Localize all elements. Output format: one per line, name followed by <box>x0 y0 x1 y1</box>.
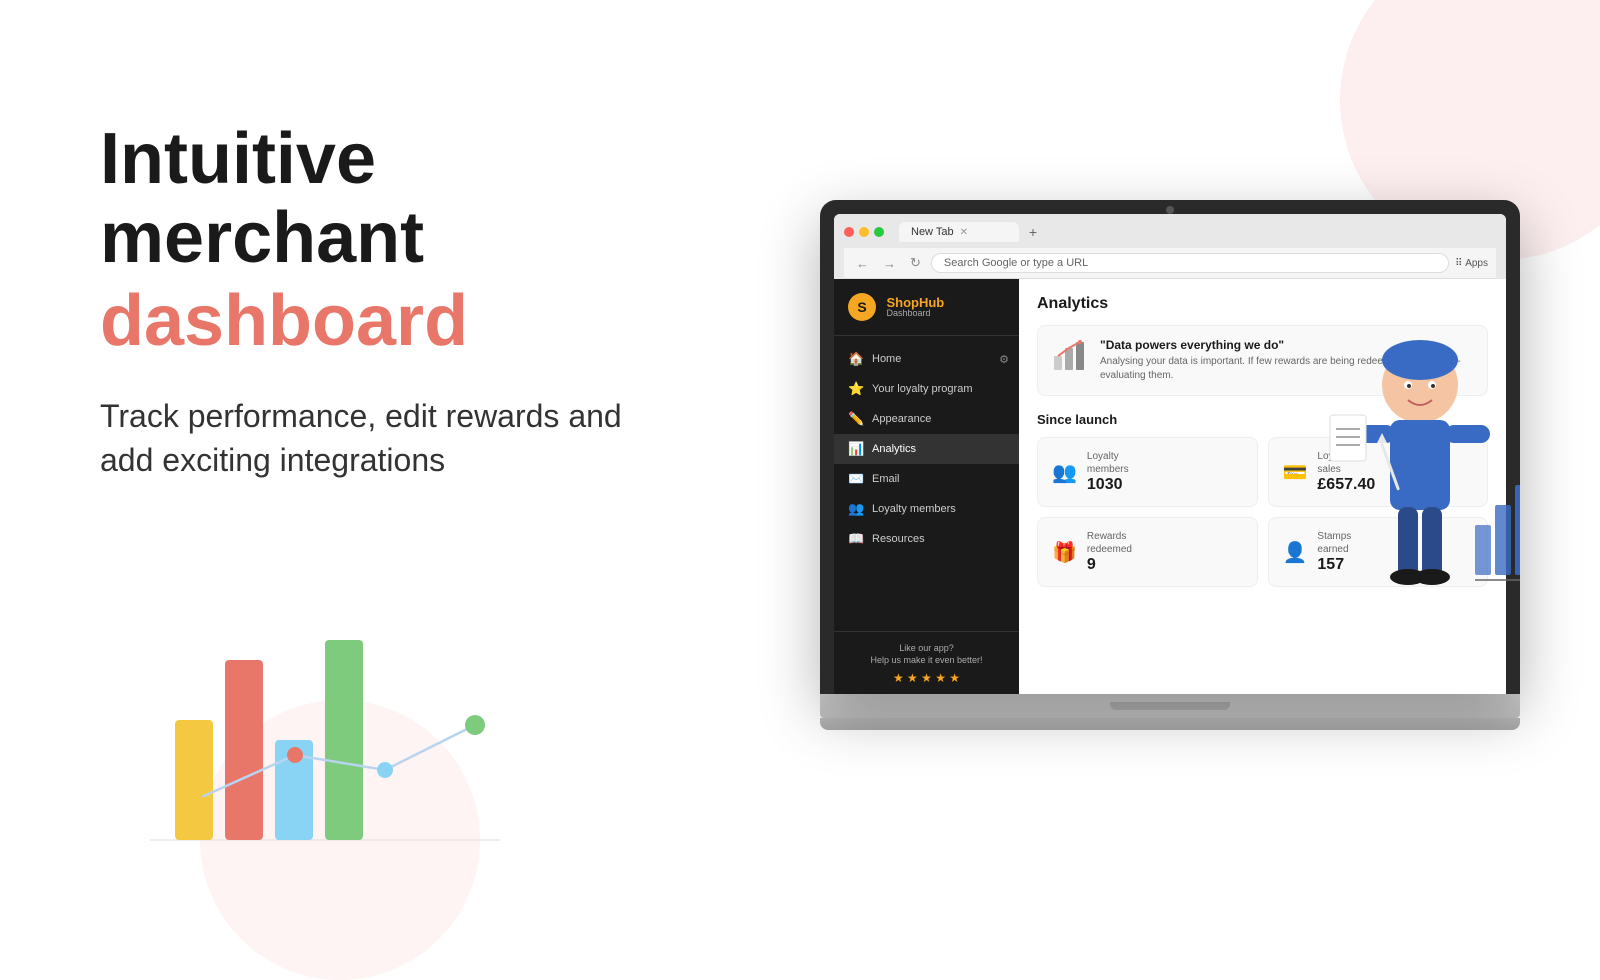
stat-label-rewards-redeemed: Rewardsredeemed <box>1087 530 1132 556</box>
rating-stars[interactable]: ★ ★ ★ ★ ★ <box>848 671 1005 685</box>
left-panel: Intuitive merchant dashboard Track perfo… <box>0 0 760 900</box>
bar-2 <box>225 660 263 840</box>
sidebar-item-loyalty-members[interactable]: 👥 Loyalty members <box>834 494 1019 524</box>
browser-tab[interactable]: New Tab ✕ <box>899 222 1019 242</box>
loyalty-members-icon: 👥 <box>848 501 864 517</box>
loyalty-program-label: Your loyalty program <box>872 383 972 395</box>
nav-refresh-btn[interactable]: ↻ <box>906 253 925 273</box>
sidebar-item-resources[interactable]: 📖 Resources <box>834 524 1019 554</box>
home-icon: 🏠 <box>848 351 864 367</box>
email-label: Email <box>872 473 900 485</box>
traffic-yellow[interactable] <box>859 227 869 237</box>
address-bar[interactable]: Search Google or type a URL <box>931 253 1449 273</box>
sidebar: S ShopHub Dashboard 🏠 Home ⚙ <box>834 279 1019 694</box>
loyalty-members-label: Loyalty members <box>872 503 956 515</box>
appearance-icon: ✏️ <box>848 411 864 427</box>
dot-4 <box>465 715 485 735</box>
logo-icon: S <box>848 293 876 321</box>
resources-label: Resources <box>872 533 925 545</box>
right-panel: New Tab ✕ + ← → ↻ Search Google or type … <box>740 0 1600 900</box>
character-illustration <box>1320 325 1520 670</box>
appearance-label: Appearance <box>872 413 931 425</box>
analytics-label: Analytics <box>872 443 916 455</box>
stat-card-loyalty-members: 👥 Loyaltymembers 1030 <box>1037 437 1258 507</box>
logo-text: ShopHub Dashboard <box>886 296 944 318</box>
laptop-notch <box>1110 702 1230 710</box>
nav-back-btn[interactable]: ← <box>852 254 873 273</box>
sidebar-item-appearance[interactable]: ✏️ Appearance <box>834 404 1019 434</box>
laptop-foot <box>820 718 1520 730</box>
logo-dashboard: Dashboard <box>886 309 944 318</box>
loyalty-program-icon: ⭐ <box>848 381 864 397</box>
footer-text-line1: Like our app? <box>848 642 1005 655</box>
dot-3 <box>377 762 393 778</box>
dot-2 <box>287 747 303 763</box>
stat-icon-loyalty-members: 👥 <box>1052 460 1077 485</box>
sidebar-item-email[interactable]: ✉️ Email <box>834 464 1019 494</box>
stat-value-loyalty-members: 1030 <box>1087 476 1129 494</box>
hero-subtitle: Track performance, edit rewards and add … <box>100 394 660 484</box>
hero-title-line1: Intuitive merchant <box>100 120 680 278</box>
new-tab-btn[interactable]: + <box>1023 222 1043 242</box>
stat-value-rewards-redeemed: 9 <box>1087 556 1132 574</box>
sidebar-footer: Like our app? Help us make it even bette… <box>834 631 1019 694</box>
nav-forward-btn[interactable]: → <box>879 254 900 273</box>
apps-button[interactable]: ⠿ Apps <box>1455 258 1488 269</box>
sidebar-item-home[interactable]: 🏠 Home ⚙ <box>834 344 1019 374</box>
character-svg <box>1320 325 1520 665</box>
stat-icon-stamps-earned: 👤 <box>1283 540 1308 565</box>
traffic-green[interactable] <box>874 227 884 237</box>
home-label: Home <box>872 353 901 365</box>
footer-text-line2: Help us make it even better! <box>848 654 1005 667</box>
stat-card-rewards-redeemed: 🎁 Rewardsredeemed 9 <box>1037 517 1258 587</box>
browser-nav-bar: ← → ↻ Search Google or type a URL ⠿ Apps <box>844 248 1496 279</box>
settings-icon[interactable]: ⚙ <box>999 353 1009 366</box>
stat-info-loyalty-members: Loyaltymembers 1030 <box>1087 450 1129 494</box>
dot-1 <box>187 792 203 808</box>
tab-label: New Tab <box>911 226 954 238</box>
traffic-red[interactable] <box>844 227 854 237</box>
sidebar-item-loyalty-program[interactable]: ⭐ Your loyalty program <box>834 374 1019 404</box>
analytics-icon: 📊 <box>848 441 864 457</box>
resources-icon: 📖 <box>848 531 864 547</box>
laptop-mockup: New Tab ✕ + ← → ↻ Search Google or type … <box>820 200 1520 730</box>
chart-illustration <box>80 600 540 860</box>
stat-icon-rewards-redeemed: 🎁 <box>1052 540 1077 565</box>
hero-title-line2: dashboard <box>100 282 680 361</box>
browser-tab-bar: New Tab ✕ + <box>899 222 1043 242</box>
chart-svg <box>80 600 540 860</box>
bar-4 <box>325 640 363 840</box>
laptop-camera <box>1166 206 1174 214</box>
browser-chrome: New Tab ✕ + ← → ↻ Search Google or type … <box>834 214 1506 279</box>
sidebar-item-analytics[interactable]: 📊 Analytics <box>834 434 1019 464</box>
banner-chart-icon <box>1052 338 1088 374</box>
sidebar-logo: S ShopHub Dashboard <box>834 293 1019 336</box>
stat-label-loyalty-members: Loyaltymembers <box>1087 450 1129 476</box>
stat-info-rewards-redeemed: Rewardsredeemed 9 <box>1087 530 1132 574</box>
tab-close-btn[interactable]: ✕ <box>960 227 968 238</box>
section-title: Analytics <box>1037 295 1488 313</box>
bar-1 <box>175 720 213 840</box>
email-icon: ✉️ <box>848 471 864 487</box>
stat-icon-loyalty-sales: 💳 <box>1283 460 1308 485</box>
laptop-base <box>820 694 1520 718</box>
traffic-lights: New Tab ✕ + <box>844 222 1496 242</box>
